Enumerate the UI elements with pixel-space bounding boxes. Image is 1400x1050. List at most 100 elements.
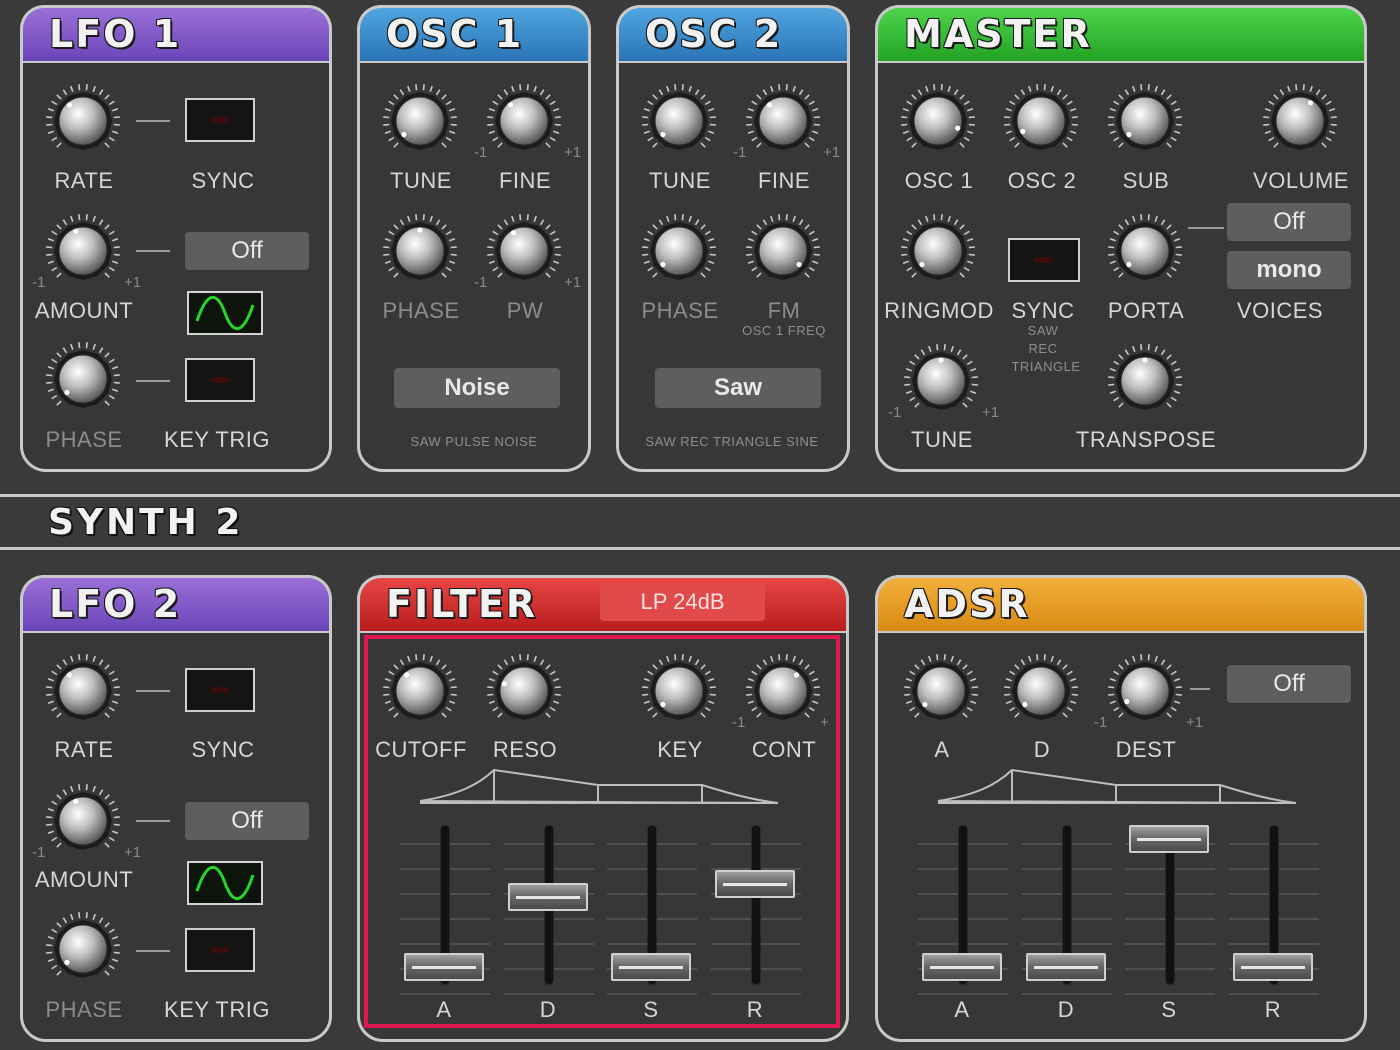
filter-attack-fader[interactable]	[400, 825, 490, 995]
filter-cont-knob[interactable]	[744, 652, 822, 730]
lfo2-phase-label: PHASE	[45, 997, 123, 1022]
master-voices-select[interactable]: mono	[1227, 251, 1351, 289]
lfo2-rate-knob[interactable]	[44, 652, 122, 730]
synth2-divider-top	[0, 494, 1400, 497]
adsr-attack-fader[interactable]	[918, 825, 1008, 995]
adsr-release-label: R	[1264, 997, 1282, 1022]
lfo1-amount-knob[interactable]	[44, 212, 122, 290]
lfo1-sync-label: SYNC	[191, 168, 255, 193]
master-porta-connector	[1188, 227, 1224, 229]
lfo2-title: LFO 2	[49, 582, 182, 626]
adsr-d-knob[interactable]	[1002, 652, 1080, 730]
filter-mode-select[interactable]: LP 24dB	[600, 583, 765, 621]
osc1-header: OSC 1	[357, 5, 591, 63]
master-ringmod-knob[interactable]	[899, 212, 977, 290]
adsr-toggle-button[interactable]: Off	[1227, 665, 1351, 703]
filter-key-label: KEY	[657, 737, 703, 762]
adsr-release-fader[interactable]	[1229, 825, 1319, 995]
osc2-phase-label: PHASE	[641, 298, 719, 323]
adsr-sustain-fader[interactable]	[1125, 825, 1215, 995]
master-sync-option-rec: REC	[1028, 341, 1058, 356]
osc1-fine-max: +1	[564, 144, 582, 161]
osc1-phase-knob[interactable]	[381, 212, 459, 290]
osc1-tune-knob[interactable]	[381, 82, 459, 160]
lfo1-header: LFO 1	[20, 5, 332, 63]
lfo1-sync-display[interactable]	[185, 98, 255, 142]
adsr-dest-connector	[1190, 688, 1210, 690]
osc1-phase-label: PHASE	[382, 298, 460, 323]
filter-cont-max: +	[820, 714, 829, 731]
filter-cont-min: -1	[732, 714, 746, 731]
master-transpose-label: TRANSPOSE	[1075, 427, 1217, 452]
osc2-fm-knob[interactable]	[744, 212, 822, 290]
sine-wave-icon[interactable]	[187, 861, 263, 905]
osc2-waveform-button[interactable]: Saw	[655, 368, 821, 408]
lfo2-phase-knob[interactable]	[44, 910, 122, 988]
master-tune-knob[interactable]	[902, 342, 980, 420]
master-volume-knob[interactable]	[1261, 82, 1339, 160]
osc2-fm-label: FM	[767, 298, 801, 323]
adsr-decay-fader[interactable]	[1022, 825, 1112, 995]
lfo2-keytrig-display[interactable]	[185, 928, 255, 972]
lfo1-amount-max: +1	[124, 274, 142, 291]
lfo2-rate-label: RATE	[54, 737, 114, 762]
lfo1-rate-knob[interactable]	[44, 82, 122, 160]
sine-wave-icon[interactable]	[187, 291, 263, 335]
osc1-waveform-button[interactable]: Noise	[394, 368, 560, 408]
master-sync-display[interactable]	[1008, 238, 1080, 282]
master-ringmod-label: RINGMOD	[884, 298, 994, 323]
master-sync-label: SYNC	[1011, 298, 1075, 323]
filter-release-fader[interactable]	[711, 825, 801, 995]
lfo2-amount-connector	[136, 820, 170, 822]
adsr-envelope-graphic	[937, 768, 1297, 804]
osc2-tune-label: TUNE	[649, 168, 711, 193]
lfo1-toggle-button[interactable]: Off	[185, 232, 309, 270]
lfo2-toggle-button[interactable]: Off	[185, 802, 309, 840]
osc2-phase-knob[interactable]	[640, 212, 718, 290]
synth2-title: SYNTH 2	[48, 502, 244, 543]
lfo1-title: LFO 1	[49, 12, 182, 56]
master-title: MASTER	[904, 12, 1092, 56]
master-sub-knob[interactable]	[1106, 82, 1184, 160]
lfo2-waveform-icon	[195, 865, 255, 901]
osc1-pw-knob[interactable]	[485, 212, 563, 290]
lfo1-phase-label: PHASE	[45, 427, 123, 452]
filter-reso-knob[interactable]	[485, 652, 563, 730]
filter-sustain-fader[interactable]	[607, 825, 697, 995]
filter-key-knob[interactable]	[640, 652, 718, 730]
osc2-fine-max: +1	[823, 144, 841, 161]
adsr-header: ADSR	[875, 575, 1367, 633]
osc1-fine-min: -1	[474, 144, 488, 161]
adsr-attack-label: A	[954, 997, 970, 1022]
master-porta-toggle[interactable]: Off	[1227, 203, 1351, 241]
master-volume-label: VOLUME	[1253, 168, 1349, 193]
lfo1-phase-knob[interactable]	[44, 340, 122, 418]
lfo1-amount-min: -1	[32, 274, 46, 291]
lfo1-keytrig-display[interactable]	[185, 358, 255, 402]
master-transpose-knob[interactable]	[1106, 342, 1184, 420]
filter-release-label: R	[746, 997, 764, 1022]
osc2-fine-knob[interactable]	[744, 82, 822, 160]
osc1-fine-knob[interactable]	[485, 82, 563, 160]
filter-decay-fader[interactable]	[504, 825, 594, 995]
adsr-dest-knob[interactable]	[1106, 652, 1184, 730]
master-voices-label: VOICES	[1236, 298, 1324, 323]
adsr-a-knob[interactable]	[902, 652, 980, 730]
lfo2-sync-display[interactable]	[185, 668, 255, 712]
lfo2-phase-connector	[136, 950, 170, 952]
filter-cutoff-knob[interactable]	[381, 652, 459, 730]
osc1-pw-label: PW	[506, 298, 544, 323]
master-porta-knob[interactable]	[1106, 212, 1184, 290]
adsr-title: ADSR	[904, 582, 1030, 626]
master-osc2-knob[interactable]	[1002, 82, 1080, 160]
lfo2-amount-max: +1	[124, 844, 142, 861]
lfo1-waveform-icon	[195, 295, 255, 331]
master-osc1-knob[interactable]	[899, 82, 977, 160]
lfo2-sync-label: SYNC	[191, 737, 255, 762]
lfo2-amount-knob[interactable]	[44, 782, 122, 860]
osc2-fine-min: -1	[733, 144, 747, 161]
lfo2-keytrig-label: KEY TRIG	[164, 997, 270, 1022]
lfo1-keytrig-label: KEY TRIG	[164, 427, 270, 452]
osc2-waveform-options: SAW REC TRIANGLE SINE	[645, 434, 819, 449]
osc2-tune-knob[interactable]	[640, 82, 718, 160]
